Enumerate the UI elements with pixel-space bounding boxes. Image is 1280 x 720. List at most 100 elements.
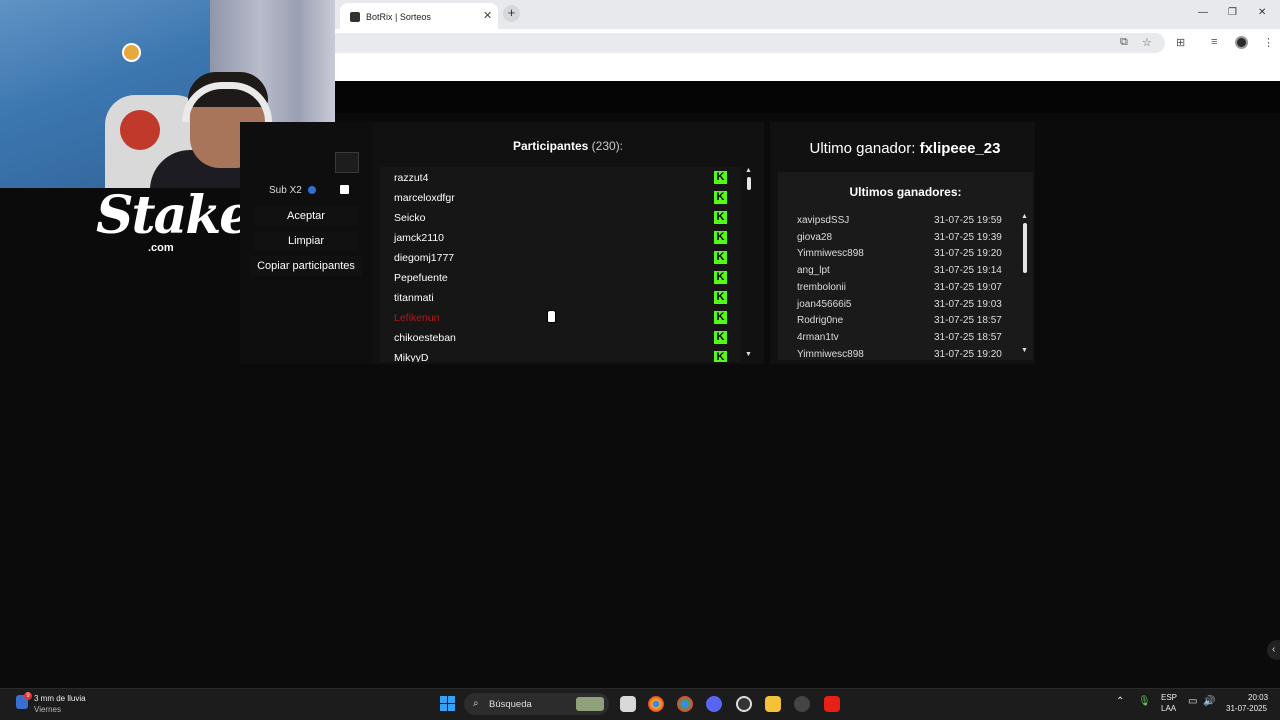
browser-tab[interactable]: BotRix | Sorteos ✕ (340, 3, 498, 29)
scroll-up-icon[interactable]: ▲ (745, 167, 752, 174)
scroll-thumb[interactable] (747, 177, 751, 190)
winner-row-date: 31-07-25 19:03 (934, 298, 1002, 310)
sub-multiplier-label: Sub X2 (269, 185, 302, 196)
screen: BotRix | Sorteos ✕ + — ❐ ✕ ⧉ ☆ ⊞ ≡ ⋮ Sta… (0, 0, 1280, 720)
copy-participants-button[interactable]: Copiar participantes (250, 256, 362, 276)
participants-label: Participantes (512, 139, 589, 153)
search-label: Búsqueda (489, 699, 532, 710)
close-window-button[interactable]: ✕ (1258, 7, 1266, 18)
clock-time[interactable]: 20:03 (1248, 693, 1268, 702)
obs-icon[interactable] (736, 696, 752, 712)
kick-platform-icon: K (714, 191, 727, 204)
kick-platform-icon: K (714, 231, 727, 244)
participant-name: marceloxdfgr (394, 192, 455, 204)
tab-title: BotRix | Sorteos (366, 12, 431, 22)
participant-name: Seicko (394, 212, 426, 224)
winners-scroll-down-icon[interactable]: ▼ (1021, 347, 1028, 354)
language-label[interactable]: ESP (1161, 693, 1177, 702)
minimize-button[interactable]: — (1198, 7, 1208, 18)
participants-title: Participantes (230): (372, 139, 764, 153)
chrome-icon[interactable] (648, 696, 664, 712)
microphone-icon[interactable]: 🎙 (1138, 696, 1151, 707)
media-player-icon[interactable] (794, 696, 810, 712)
winner-row-name: 4rman1tv (797, 331, 839, 343)
participant-name: Lefikenun (394, 312, 440, 324)
info-icon[interactable] (308, 186, 316, 194)
weather-badge: 9 (24, 692, 32, 700)
windows-start-icon[interactable] (440, 696, 456, 712)
taskbar-search[interactable]: ⌕ Búsqueda (464, 693, 609, 715)
winners-history-title: Ultimos ganadores: (849, 185, 962, 199)
kick-platform-icon: K (714, 351, 727, 362)
winner-row-date: 31-07-25 19:14 (934, 265, 1002, 277)
winner-row-date: 31-07-25 19:07 (934, 281, 1002, 293)
kick-platform-icon: K (714, 171, 727, 184)
stake-logo: Stake .com (96, 186, 252, 258)
discord-icon[interactable] (706, 696, 722, 712)
clear-button[interactable]: Limpiar (254, 231, 358, 251)
stake-logo-word: Stake (96, 185, 252, 246)
winners-history[interactable]: Ultimos ganadores: xavipsdSSJ 31-07-25 19… (778, 172, 1033, 360)
winner-row-name: xavipsdSSJ (797, 215, 850, 226)
keyword-input[interactable] (335, 152, 359, 173)
winners-scrollbar[interactable]: ▲ ▼ (1020, 213, 1030, 358)
media-icon[interactable]: ≡ (1211, 36, 1217, 48)
kick-platform-icon: K (714, 251, 727, 264)
winner-row-name: joan45666i5 (797, 298, 852, 310)
participant-name: titanmati (394, 292, 434, 304)
site-navbar (335, 81, 1280, 113)
search-highlight-image (576, 697, 604, 711)
display-icon[interactable]: ▭ (1188, 696, 1197, 707)
winner-row-date: 31-07-25 19:59 (934, 215, 1002, 226)
participant-name: razzut4 (394, 172, 429, 184)
folder-icon[interactable] (765, 696, 781, 712)
youtube-icon[interactable] (824, 696, 840, 712)
new-tab-button[interactable]: + (503, 5, 520, 22)
clock-date[interactable]: 31-07-2025 (1226, 704, 1267, 713)
last-winner-label: Ultimo ganador: (809, 140, 916, 157)
winners-scroll-thumb[interactable] (1023, 223, 1027, 273)
winner-row-name: giova28 (797, 231, 833, 243)
participant-name: MikyyD (394, 352, 429, 362)
extensions-icon[interactable]: ⊞ (1176, 36, 1185, 49)
scroll-down-icon[interactable]: ▼ (745, 351, 752, 358)
star-icon[interactable]: ☆ (1142, 36, 1152, 49)
participants-list[interactable]: razzut4 Kmarceloxdfgr K Seicko Kjamck2110 Kdi… (380, 167, 741, 362)
winner-row-name: ang_lpt (797, 265, 830, 277)
chrome-profile-icon[interactable] (677, 696, 693, 712)
translate-icon[interactable]: ⧉ (1120, 36, 1128, 49)
kick-platform-icon: K (714, 311, 727, 324)
sub-multiplier-checkbox[interactable] (340, 185, 349, 194)
menu-icon[interactable]: ⋮ (1263, 36, 1274, 49)
search-icon: ⌕ (473, 698, 479, 709)
kick-platform-icon: K (714, 271, 727, 284)
tab-close-icon[interactable]: ✕ (483, 9, 492, 22)
maximize-button[interactable]: ❐ (1228, 7, 1237, 18)
kick-platform-icon: K (714, 211, 727, 224)
winner-row-date: 31-07-25 18:57 (934, 315, 1002, 327)
bookmark-bar (335, 56, 1280, 81)
address-bar[interactable] (335, 33, 1165, 53)
last-winner-heading: Ultimo ganador: fxlipeee_23 (770, 140, 1040, 157)
accept-button[interactable]: Aceptar (254, 206, 358, 226)
side-panel-toggle-icon[interactable]: ‹ (1267, 640, 1280, 660)
volume-icon[interactable]: 🔊 (1203, 696, 1215, 707)
winners-scroll-up-icon[interactable]: ▲ (1021, 213, 1028, 220)
mouse-cursor-icon (547, 310, 556, 323)
wall-badge-icon (122, 43, 141, 62)
winner-row-date: 31-07-25 18:57 (934, 331, 1002, 343)
file-explorer-icon[interactable] (620, 696, 636, 712)
botrix-favicon-icon (350, 12, 360, 22)
winner-row-date: 31-07-25 19:20 (934, 248, 1002, 260)
stake-logo-suffix: .com (148, 242, 174, 254)
winner-row-name: trembolonii (797, 281, 846, 293)
language-sub-label[interactable]: LAA (1161, 704, 1176, 713)
participants-count: (230): (591, 139, 624, 153)
tray-chevron-icon[interactable]: ⌃ (1116, 696, 1124, 707)
participants-scrollbar[interactable]: ▲ ▼ (744, 167, 754, 362)
winner-row-name: Yimmiwesc898 (797, 348, 864, 360)
profile-icon[interactable] (1235, 36, 1248, 49)
participant-name: diegomj1777 (394, 252, 455, 264)
participant-name: Pepefuente (394, 272, 448, 284)
participant-name: chikoesteban (394, 332, 456, 344)
